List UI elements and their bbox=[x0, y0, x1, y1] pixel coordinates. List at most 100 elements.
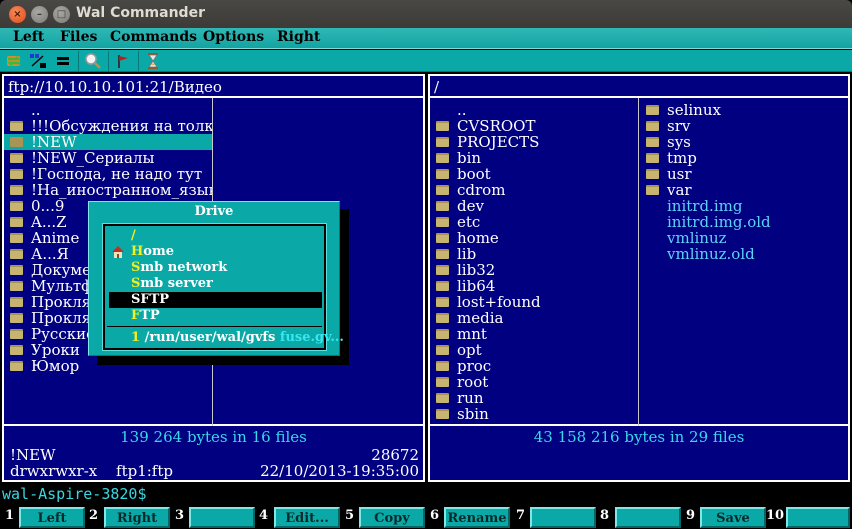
folder-item[interactable]: sys bbox=[640, 134, 848, 150]
folder-icon bbox=[10, 121, 23, 131]
fkey-3-button[interactable] bbox=[189, 507, 255, 528]
drive-dialog: Drive / Home Smb network Smb server SFTP… bbox=[88, 201, 344, 356]
folder-item[interactable]: root bbox=[430, 374, 638, 390]
hotkey: H bbox=[131, 244, 144, 259]
compare-panels-button[interactable] bbox=[29, 52, 47, 70]
folder-item[interactable]: dev bbox=[430, 198, 638, 214]
folder-item[interactable]: lost+found bbox=[430, 294, 638, 310]
folder-item[interactable]: !На_иностранном_языке bbox=[4, 182, 212, 198]
folder-item[interactable]: home bbox=[430, 230, 638, 246]
folder-item[interactable]: boot bbox=[430, 166, 638, 182]
folder-icon bbox=[646, 105, 659, 115]
drive-item-home[interactable]: Home bbox=[109, 244, 322, 260]
folder-item[interactable]: !Господа, не надо тут bbox=[4, 166, 212, 182]
folder-icon bbox=[436, 153, 449, 163]
menu-files[interactable]: Files bbox=[60, 29, 97, 45]
drive-item-root[interactable]: / bbox=[109, 228, 322, 244]
hourglass-button[interactable] bbox=[144, 52, 162, 70]
drive-item-smb-server[interactable]: Smb server bbox=[109, 276, 322, 292]
right-column-1: .. CVSROOT PROJECTS bin boot cdrom dev etc home l… bbox=[430, 102, 638, 422]
folder-icon bbox=[646, 185, 659, 195]
compare-panels-icon bbox=[30, 54, 46, 68]
fkey-2-button[interactable]: Right bbox=[104, 507, 170, 528]
folder-icon bbox=[646, 137, 659, 147]
mount-path: /run/user/wal/gvfs bbox=[144, 330, 276, 345]
drive-item-mount[interactable]: 1 /run/user/wal/gvfs fuse.gv... bbox=[131, 330, 344, 345]
folder-item[interactable]: run bbox=[430, 390, 638, 406]
drive-item-ftp[interactable]: FTP bbox=[109, 308, 322, 324]
menu-commands[interactable]: Commands bbox=[110, 29, 197, 45]
fkey-9-button[interactable]: Save bbox=[700, 507, 766, 528]
file-item[interactable]: vmlinuz bbox=[640, 230, 848, 246]
equal-panels-button[interactable] bbox=[54, 52, 72, 70]
file-item[interactable]: initrd.img.old bbox=[640, 214, 848, 230]
maximize-window-button[interactable]: □ bbox=[53, 6, 70, 23]
fkey-number: 8 bbox=[600, 508, 610, 523]
menu-bar: Left Files Commands Options Right bbox=[0, 28, 852, 49]
folder-item[interactable]: etc bbox=[430, 214, 638, 230]
folder-item[interactable]: tmp bbox=[640, 150, 848, 166]
folder-item[interactable]: lib bbox=[430, 246, 638, 262]
folder-item[interactable]: bin bbox=[430, 150, 638, 166]
folder-item[interactable]: !NEW_Сериалы bbox=[4, 150, 212, 166]
mount-number: 1 bbox=[131, 330, 141, 345]
folder-item[interactable]: PROJECTS bbox=[430, 134, 638, 150]
drive-item-sftp[interactable]: SFTP bbox=[109, 292, 322, 308]
file-item[interactable]: initrd.img bbox=[640, 198, 848, 214]
folder-item[interactable]: media bbox=[430, 310, 638, 326]
folder-icon bbox=[10, 297, 23, 307]
fkey-5-button[interactable]: Copy bbox=[359, 507, 425, 528]
fkey-4-button[interactable]: Edit... bbox=[274, 507, 340, 528]
command-line[interactable]: wal-Aspire-3820$ bbox=[0, 484, 852, 504]
drive-item-smb-network[interactable]: Smb network bbox=[109, 260, 322, 276]
folder-item[interactable]: !!!Обсуждения на толкучке bbox=[4, 118, 212, 134]
folder-icon bbox=[10, 361, 23, 371]
item-name: sbin bbox=[457, 405, 489, 422]
folder-item[interactable]: sbin bbox=[430, 406, 638, 422]
folder-item[interactable]: srv bbox=[640, 118, 848, 134]
parent-dir-item[interactable]: .. bbox=[4, 102, 212, 118]
folder-icon bbox=[436, 329, 449, 339]
minimize-window-button[interactable]: – bbox=[31, 6, 48, 23]
folder-item[interactable]: cdrom bbox=[430, 182, 638, 198]
folder-item[interactable]: var bbox=[640, 182, 848, 198]
right-panel[interactable]: / .. CVSROOT PROJECTS bin boot cdrom dev etc hom… bbox=[427, 73, 851, 483]
flag-button[interactable] bbox=[114, 52, 132, 70]
fkey-10-button[interactable] bbox=[786, 507, 850, 528]
folder-item[interactable]: lib32 bbox=[430, 262, 638, 278]
parent-dir-item[interactable]: .. bbox=[430, 102, 638, 118]
folder-item[interactable]: opt bbox=[430, 342, 638, 358]
drive-label: mb network bbox=[140, 260, 228, 275]
column-divider bbox=[638, 98, 639, 426]
close-window-button[interactable]: × bbox=[9, 6, 26, 23]
folder-icon bbox=[436, 185, 449, 195]
folder-item[interactable]: proc bbox=[430, 358, 638, 374]
folder-icon bbox=[436, 201, 449, 211]
folder-item[interactable]: mnt bbox=[430, 326, 638, 342]
fkey-number: 6 bbox=[430, 508, 440, 523]
home-icon bbox=[112, 246, 124, 258]
folder-icon bbox=[436, 313, 449, 323]
folder-item[interactable]: lib64 bbox=[430, 278, 638, 294]
folder-icon bbox=[10, 281, 23, 291]
file-item[interactable]: vmlinuz.old bbox=[640, 246, 848, 262]
hotkey: S bbox=[131, 276, 141, 291]
fkey-6-button[interactable]: Rename bbox=[444, 507, 510, 528]
search-button[interactable] bbox=[84, 52, 102, 70]
menu-options[interactable]: Options bbox=[203, 29, 264, 45]
fkey-1-button[interactable]: Left bbox=[19, 507, 85, 528]
folder-item[interactable]: selinux bbox=[640, 102, 848, 118]
menu-left[interactable]: Left bbox=[13, 29, 44, 45]
fkey-7-button[interactable] bbox=[530, 507, 596, 528]
folder-item[interactable]: CVSROOT bbox=[430, 118, 638, 134]
right-file-list[interactable]: .. CVSROOT PROJECTS bin boot cdrom dev etc home l… bbox=[430, 100, 848, 426]
menu-right[interactable]: Right bbox=[277, 29, 320, 45]
right-panel-path: / bbox=[430, 76, 848, 98]
hourglass-icon bbox=[148, 53, 158, 69]
folder-item[interactable]: !NEW bbox=[4, 134, 212, 150]
swap-panels-button[interactable] bbox=[5, 52, 23, 70]
fkey-8-button[interactable] bbox=[615, 507, 681, 528]
folder-icon bbox=[10, 169, 23, 179]
folder-item[interactable]: usr bbox=[640, 166, 848, 182]
toolbar-separator bbox=[108, 51, 109, 71]
